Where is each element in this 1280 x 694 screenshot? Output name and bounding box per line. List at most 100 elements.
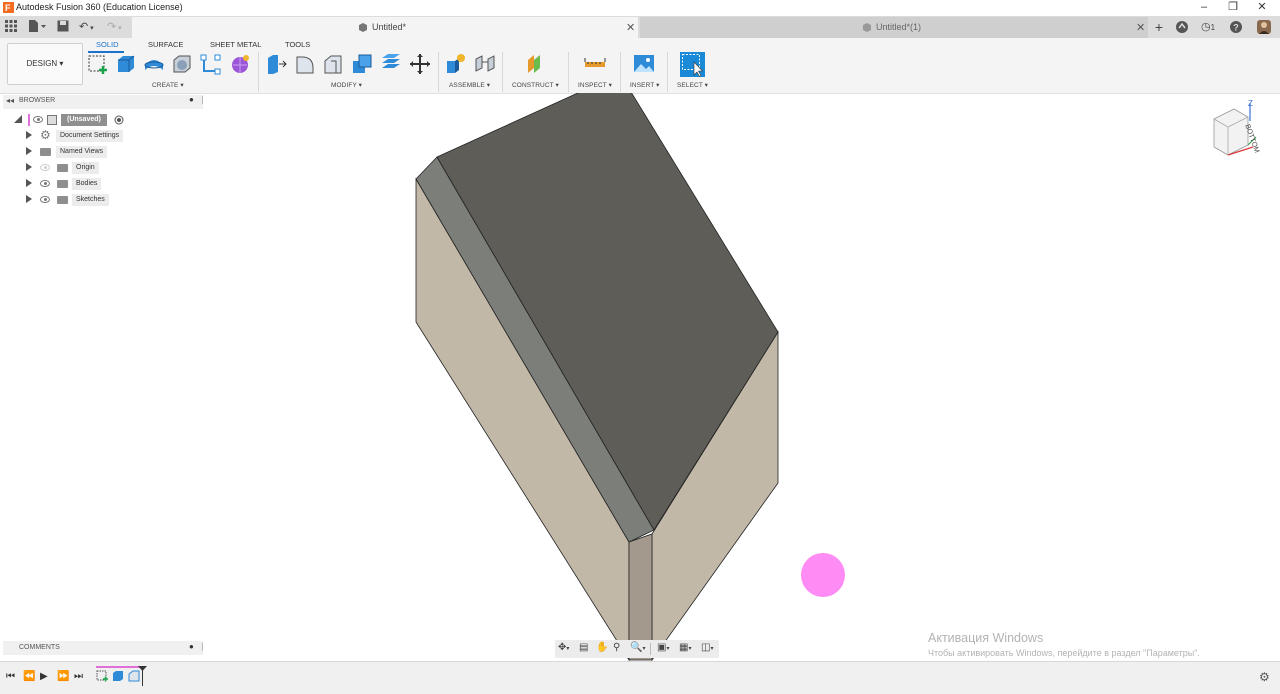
group-separator bbox=[667, 52, 668, 92]
extrude-icon[interactable] bbox=[115, 53, 137, 75]
browser-panel-header[interactable]: ◂◂ BROWSER ● ❘ bbox=[3, 95, 206, 109]
comments-options-icon[interactable]: ● bbox=[189, 642, 194, 651]
timeline-extrude-icon[interactable] bbox=[112, 669, 124, 683]
browser-item-label[interactable]: Named Views bbox=[56, 146, 108, 158]
comments-panel-header[interactable]: COMMENTS ● ❘ bbox=[3, 641, 206, 655]
insert-group-label[interactable]: INSERT ▾ bbox=[630, 81, 659, 89]
revolve-icon[interactable] bbox=[143, 53, 165, 75]
close-tab-icon[interactable]: ✕ bbox=[626, 21, 635, 34]
browser-root-row[interactable]: (Unsaved) bbox=[14, 113, 204, 127]
viewcube[interactable]: Z BOTTOM bbox=[1208, 97, 1260, 161]
browser-pin-icon[interactable]: ❘ bbox=[199, 95, 206, 104]
minimize-button[interactable]: – bbox=[1190, 0, 1218, 16]
browser-item-label[interactable]: Document Settings bbox=[56, 130, 124, 142]
browser-item-document-settings[interactable]: ⚙ Document Settings bbox=[26, 128, 196, 143]
root-component-label[interactable]: (Unsaved) bbox=[61, 114, 107, 126]
grid-settings-icon[interactable]: ▦▾ bbox=[679, 642, 691, 653]
offset-plane-icon[interactable] bbox=[525, 53, 547, 75]
fit-icon[interactable]: 🔍▾ bbox=[630, 642, 645, 653]
browser-item-label[interactable]: Origin bbox=[72, 162, 99, 174]
undo-icon[interactable]: ↶ ▾ bbox=[79, 19, 94, 35]
browser-item-label[interactable]: Sketches bbox=[72, 194, 109, 206]
close-tab-icon[interactable]: ✕ bbox=[1136, 21, 1145, 34]
shell-icon[interactable] bbox=[171, 53, 193, 75]
rectangular-pattern-icon[interactable] bbox=[199, 53, 221, 75]
redo-icon[interactable]: ↷ ▾ bbox=[107, 19, 122, 35]
insert-image-icon[interactable] bbox=[633, 53, 655, 75]
browser-item-origin[interactable]: Origin bbox=[26, 161, 196, 175]
pan-icon[interactable]: ✋ bbox=[596, 642, 608, 653]
expand-triangle-icon[interactable] bbox=[26, 163, 36, 171]
modify-group-label[interactable]: MODIFY ▾ bbox=[331, 81, 362, 89]
select-icon[interactable] bbox=[680, 52, 705, 77]
group-separator bbox=[258, 52, 259, 92]
fillet-icon[interactable] bbox=[294, 53, 316, 75]
expanded-triangle-icon[interactable] bbox=[14, 115, 23, 124]
collapse-browser-icon[interactable]: ◂◂ bbox=[6, 96, 14, 105]
workspace-switcher-button[interactable]: DESIGN ▾ bbox=[7, 43, 83, 85]
viewports-icon[interactable]: ◫▾ bbox=[701, 642, 713, 653]
tab-untitled-1[interactable]: Untitled*(1) ✕ bbox=[640, 17, 1148, 38]
create-form-icon[interactable] bbox=[229, 53, 251, 75]
offset-face-icon[interactable] bbox=[380, 53, 402, 75]
expand-triangle-icon[interactable] bbox=[26, 179, 36, 187]
step-back-icon[interactable]: ⏪ bbox=[23, 671, 35, 682]
construct-group-label[interactable]: CONSTRUCT ▾ bbox=[512, 81, 559, 89]
tab-solid[interactable]: SOLID bbox=[96, 40, 119, 49]
file-menu-icon[interactable] bbox=[28, 20, 46, 32]
close-window-button[interactable]: ✕ bbox=[1248, 0, 1276, 16]
display-settings-icon[interactable]: ▣▾ bbox=[657, 642, 669, 653]
go-to-start-icon[interactable]: ⏮ bbox=[6, 671, 15, 682]
combine-icon[interactable] bbox=[351, 53, 373, 75]
save-icon[interactable] bbox=[57, 20, 69, 32]
look-at-icon[interactable]: ▤ bbox=[579, 642, 588, 653]
browser-item-sketches[interactable]: Sketches bbox=[26, 193, 196, 207]
select-group-label[interactable]: SELECT ▾ bbox=[677, 81, 708, 89]
visibility-eye-icon[interactable] bbox=[40, 196, 50, 203]
app-grid-icon[interactable] bbox=[5, 20, 17, 32]
expand-triangle-icon[interactable] bbox=[26, 147, 36, 155]
play-icon[interactable]: ▶ bbox=[40, 671, 48, 682]
browser-item-named-views[interactable]: Named Views bbox=[26, 145, 196, 159]
group-separator bbox=[620, 52, 621, 92]
activate-component-icon[interactable] bbox=[114, 115, 124, 125]
assemble-group-label[interactable]: ASSEMBLE ▾ bbox=[449, 81, 490, 89]
tab-label: Untitled* bbox=[372, 22, 407, 32]
inspect-group-label[interactable]: INSPECT ▾ bbox=[578, 81, 612, 89]
joint-icon[interactable] bbox=[474, 53, 496, 75]
tab-sheet-metal[interactable]: SHEET METAL bbox=[210, 40, 261, 49]
measure-icon[interactable] bbox=[584, 53, 606, 75]
restore-button[interactable]: ❐ bbox=[1219, 0, 1247, 16]
tab-tools[interactable]: TOOLS bbox=[285, 40, 310, 49]
move-copy-icon[interactable] bbox=[409, 53, 431, 75]
visibility-eye-icon[interactable] bbox=[33, 116, 43, 123]
visibility-eye-icon[interactable] bbox=[40, 180, 50, 187]
hidden-eye-icon[interactable] bbox=[40, 164, 50, 171]
avatar[interactable] bbox=[1256, 19, 1272, 35]
tab-untitled[interactable]: Untitled* ✕ bbox=[132, 17, 638, 38]
timeline-marker-icon[interactable] bbox=[138, 666, 147, 686]
job-status-icon[interactable] bbox=[1174, 19, 1190, 35]
zoom-icon[interactable]: ⚲ bbox=[613, 642, 620, 653]
step-forward-icon[interactable]: ⏩ bbox=[57, 671, 69, 682]
create-group-label[interactable]: CREATE ▾ bbox=[152, 81, 184, 89]
go-to-end-icon[interactable]: ⏭ bbox=[74, 671, 83, 682]
expand-triangle-icon[interactable] bbox=[26, 131, 36, 139]
browser-item-label[interactable]: Bodies bbox=[72, 178, 102, 190]
orbit-icon[interactable]: ✥▾ bbox=[558, 642, 569, 653]
browser-item-bodies[interactable]: Bodies bbox=[26, 177, 196, 191]
tab-surface[interactable]: SURFACE bbox=[148, 40, 183, 49]
press-pull-icon[interactable] bbox=[265, 53, 287, 75]
new-tab-icon[interactable]: + bbox=[1151, 19, 1167, 35]
create-sketch-icon[interactable] bbox=[87, 53, 109, 75]
chamfer-icon[interactable] bbox=[322, 53, 344, 75]
timeline-settings-gear-icon[interactable]: ⚙ bbox=[1259, 670, 1270, 684]
notifications-icon[interactable]: ◷1 bbox=[1198, 19, 1218, 35]
new-component-icon[interactable] bbox=[445, 53, 467, 75]
help-icon[interactable]: ? bbox=[1228, 19, 1244, 35]
expand-triangle-icon[interactable] bbox=[26, 195, 36, 203]
comments-pin-icon[interactable]: ❘ bbox=[199, 642, 206, 651]
window-title: Autodesk Fusion 360 (Education License) bbox=[16, 2, 183, 12]
timeline-sketch-icon[interactable] bbox=[96, 669, 108, 683]
browser-options-icon[interactable]: ● bbox=[189, 95, 194, 104]
